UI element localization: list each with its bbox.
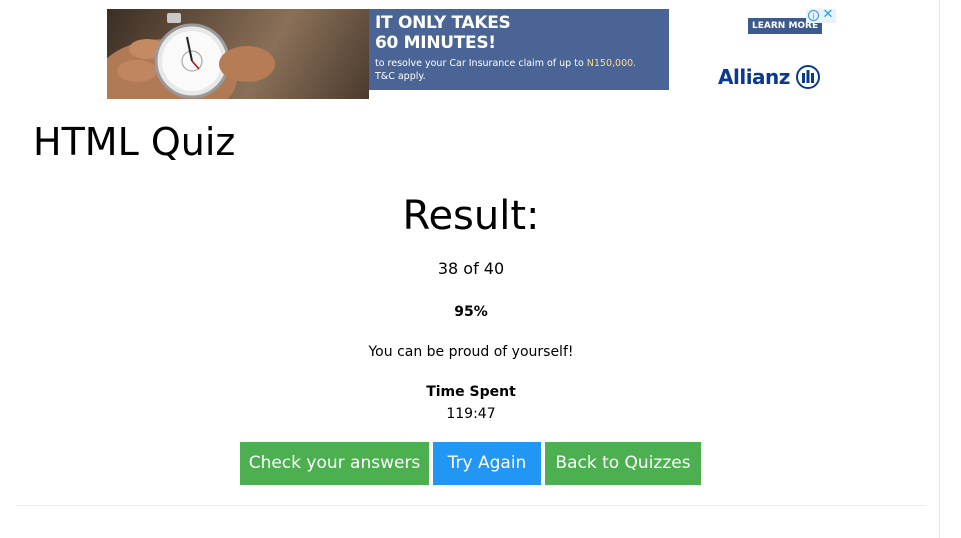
- page-title: HTML Quiz: [33, 120, 236, 164]
- ad-subtext: to resolve your Car Insurance claim of u…: [375, 57, 667, 83]
- ad-subtext-terms: T&C apply.: [375, 71, 426, 82]
- back-to-quizzes-button[interactable]: Back to Quizzes: [545, 442, 701, 485]
- result-heading: Result:: [402, 193, 540, 239]
- ad-headline-line1: IT ONLY TAKES: [375, 13, 511, 33]
- ad-choices[interactable]: i ✕: [806, 9, 836, 23]
- ad-headline: IT ONLY TAKES 60 MINUTES!: [375, 13, 665, 53]
- ad-stopwatch-image: [107, 9, 369, 99]
- time-spent-label: Time Spent: [426, 384, 516, 400]
- ad-text-panel: IT ONLY TAKES 60 MINUTES! to resolve you…: [369, 9, 669, 90]
- divider: [16, 505, 926, 506]
- time-spent-value: 119:47: [446, 406, 496, 422]
- try-again-button[interactable]: Try Again: [433, 442, 541, 485]
- score-text: 38 of 40: [437, 259, 505, 278]
- ad-subtext-highlight: N150,000.: [586, 58, 637, 69]
- ad-banner[interactable]: IT ONLY TAKES 60 MINUTES! to resolve you…: [107, 9, 836, 99]
- ad-subtext-part1: to resolve your Car Insurance claim of u…: [375, 58, 587, 69]
- close-icon[interactable]: ✕: [822, 9, 834, 22]
- ad-brand-name: Allianz: [718, 65, 790, 89]
- allianz-logo-icon: [796, 65, 820, 89]
- ad-headline-line2: 60 MINUTES!: [375, 33, 496, 53]
- info-icon[interactable]: i: [808, 10, 819, 21]
- check-answers-button[interactable]: Check your answers: [240, 442, 429, 485]
- score-percent: 95%: [454, 304, 488, 320]
- result-message: You can be proud of yourself!: [368, 344, 574, 360]
